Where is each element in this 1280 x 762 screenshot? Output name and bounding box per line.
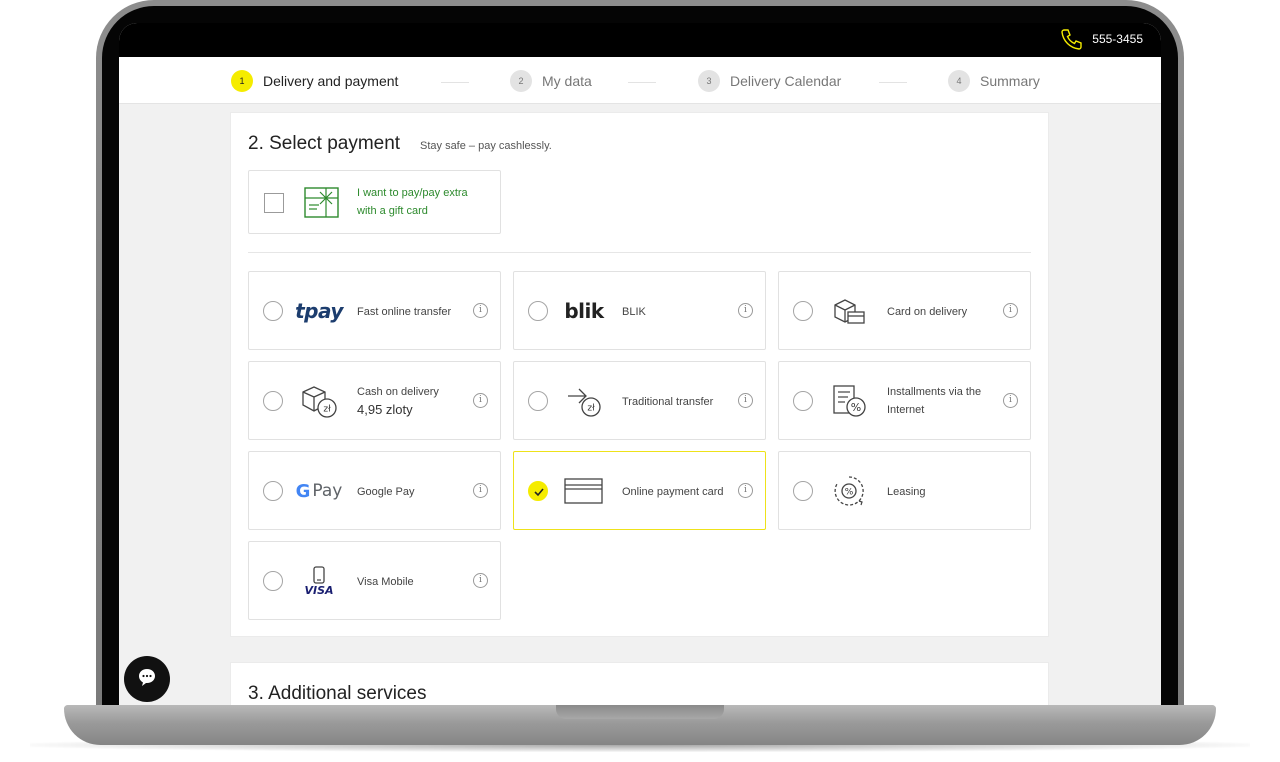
payment-option-cash-on-delivery[interactable]: zł Cash on delivery 4,95 zloty i: [248, 361, 501, 440]
gift-card-label: I want to pay/pay extra with a gift card: [357, 187, 468, 217]
option-label: Cash on delivery 4,95 zloty: [357, 383, 472, 419]
info-icon[interactable]: i: [1003, 303, 1018, 318]
radio-button[interactable]: [528, 391, 548, 411]
step-delivery-payment[interactable]: 1 Delivery and payment: [231, 70, 398, 92]
option-label: BLIK: [622, 306, 646, 318]
visa-mobile-icon: VISA: [295, 562, 343, 600]
step-delivery-calendar[interactable]: 3 Delivery Calendar: [698, 70, 841, 92]
svg-text:zł: zł: [323, 405, 331, 415]
screen: 555-3455 1 Delivery and payment 2 My dat…: [119, 23, 1161, 705]
step-label: Delivery Calendar: [730, 73, 842, 89]
option-label: Leasing: [887, 486, 926, 498]
info-icon[interactable]: i: [738, 303, 753, 318]
radio-button[interactable]: [793, 301, 813, 321]
payment-option-blik[interactable]: blik BLIK i: [513, 271, 766, 350]
radio-button-selected[interactable]: [528, 481, 548, 501]
radio-button[interactable]: [793, 391, 813, 411]
google-pay-logo-icon: G Pay: [295, 480, 343, 502]
step-connector: [441, 82, 469, 83]
info-icon[interactable]: i: [473, 393, 488, 408]
payment-option-installments[interactable]: % Installments via the Internet i: [778, 361, 1031, 440]
step-number: 3: [698, 70, 720, 92]
option-label: Card on delivery: [887, 306, 968, 318]
radio-button[interactable]: [263, 391, 283, 411]
step-label: My data: [542, 73, 592, 89]
gift-card-checkbox[interactable]: [264, 193, 284, 213]
divider: [248, 252, 1031, 253]
payment-option-tpay[interactable]: tpay Fast online transfer i: [248, 271, 501, 350]
box-cash-icon: zł: [295, 382, 343, 420]
phone-number: 555-3455: [1092, 32, 1143, 46]
option-label: Visa Mobile: [357, 576, 414, 588]
radio-button[interactable]: [528, 301, 548, 321]
option-label-text: Cash on delivery: [357, 386, 439, 398]
payment-option-visa-mobile[interactable]: VISA Visa Mobile i: [248, 541, 501, 620]
radio-button[interactable]: [263, 481, 283, 501]
transfer-icon: zł: [560, 382, 608, 420]
radio-button[interactable]: [263, 571, 283, 591]
step-number: 4: [948, 70, 970, 92]
step-label: Summary: [980, 73, 1040, 89]
option-label: Fast online transfer: [357, 306, 452, 318]
option-label: Google Pay: [357, 486, 415, 498]
radio-button[interactable]: [263, 301, 283, 321]
payment-panel: 2. Select payment Stay safe – pay cashle…: [230, 112, 1049, 637]
top-bar: 555-3455: [119, 23, 1161, 57]
info-icon[interactable]: i: [738, 483, 753, 498]
tpay-logo-icon: tpay: [295, 299, 343, 323]
section-subtitle: Stay safe – pay cashlessly.: [420, 140, 552, 152]
option-label: Online payment card: [622, 486, 724, 498]
payment-option-traditional-transfer[interactable]: zł Traditional transfer i: [513, 361, 766, 440]
step-my-data[interactable]: 2 My data: [510, 70, 592, 92]
phone-contact[interactable]: 555-3455: [1060, 27, 1143, 51]
svg-text:%: %: [851, 401, 861, 414]
section-title: 2. Select payment: [248, 133, 401, 154]
step-summary[interactable]: 4 Summary: [948, 70, 1040, 92]
gift-card-option[interactable]: I want to pay/pay extra with a gift card: [248, 170, 501, 234]
phone-icon: [1060, 27, 1084, 51]
step-number: 1: [231, 70, 253, 92]
box-card-icon: [825, 292, 873, 330]
radio-button[interactable]: [793, 481, 813, 501]
chat-icon: [137, 667, 157, 692]
step-label: Delivery and payment: [263, 73, 399, 89]
payment-option-online-card[interactable]: Online payment card i: [513, 451, 766, 530]
gift-card-icon: [304, 185, 340, 224]
svg-text:zł: zł: [587, 404, 595, 414]
info-icon[interactable]: i: [473, 303, 488, 318]
step-connector: [628, 82, 656, 83]
additional-services-panel: 3. Additional services: [230, 662, 1049, 705]
laptop-base-notch: [556, 705, 724, 719]
svg-text:%: %: [845, 488, 854, 498]
option-price: 4,95 zloty: [357, 402, 413, 417]
checkout-steps: 1 Delivery and payment 2 My data 3 Deliv…: [119, 57, 1161, 104]
step-connector: [879, 82, 907, 83]
payment-option-card-on-delivery[interactable]: Card on delivery i: [778, 271, 1031, 350]
info-icon[interactable]: i: [1003, 393, 1018, 408]
blik-logo-icon: blik: [564, 299, 604, 323]
info-icon[interactable]: i: [473, 573, 488, 588]
check-icon: [534, 488, 544, 497]
payment-option-google-pay[interactable]: G Pay Google Pay i: [248, 451, 501, 530]
info-icon[interactable]: i: [473, 483, 488, 498]
info-icon[interactable]: i: [738, 393, 753, 408]
section-title: 3. Additional services: [248, 683, 427, 704]
payment-option-leasing[interactable]: % Leasing: [778, 451, 1031, 530]
installments-icon: %: [825, 382, 873, 420]
leasing-icon: %: [825, 472, 873, 510]
option-label: Installments via the Internet: [887, 386, 982, 416]
credit-card-icon: [560, 472, 608, 510]
step-number: 2: [510, 70, 532, 92]
chat-button[interactable]: [124, 656, 170, 702]
option-label: Traditional transfer: [622, 396, 714, 408]
